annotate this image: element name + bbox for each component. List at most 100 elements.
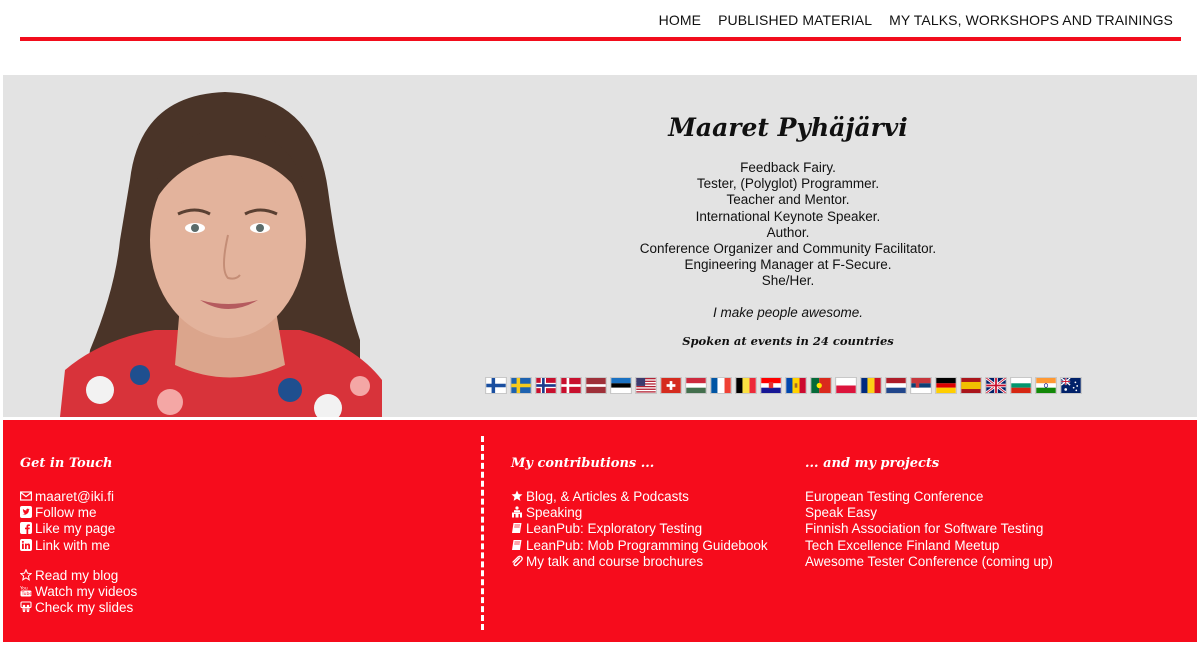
slideshare-icon <box>20 601 32 613</box>
project-link[interactable]: European Testing Conference <box>805 489 1053 505</box>
paperclip-icon <box>511 555 523 567</box>
contribution-label: LeanPub: Exploratory Testing <box>526 521 703 537</box>
tagline: International Keynote Speaker. <box>695 208 881 224</box>
countries-heading: Spoken at events in 24 countries <box>682 333 894 348</box>
star-outline-icon <box>20 568 32 581</box>
tagline: Engineering Manager at F-Secure. <box>684 257 892 273</box>
tagline-list: Feedback Fairy. Tester, (Polyglot) Progr… <box>418 160 1158 290</box>
hero-section: Maaret Pyhäjärvi Feedback Fairy. Tester,… <box>3 75 1197 417</box>
tagline: She/Her. <box>761 273 815 289</box>
tagline: Feedback Fairy. <box>740 160 836 175</box>
estonia-flag-icon <box>610 377 632 394</box>
project-link[interactable]: Speak Easy <box>805 505 1053 521</box>
nav-divider <box>20 37 1181 41</box>
project-link[interactable]: Finnish Association for Software Testing <box>805 521 1053 537</box>
sweden-flag-icon <box>510 377 532 394</box>
contact-links: maaret@iki.fi Follow me Like my page Lin… <box>20 489 137 616</box>
moldova-flag-icon <box>785 377 807 394</box>
email-link[interactable]: maaret@iki.fi <box>20 489 137 505</box>
spain-flag-icon <box>960 377 982 394</box>
twitter-link[interactable]: Follow me <box>20 505 137 521</box>
blog-link-label: Read my blog <box>35 567 119 583</box>
projects-column: ... and my projects European Testing Con… <box>805 456 1053 570</box>
youtube-link[interactable]: You Tube Watch my videos <box>20 584 137 600</box>
nav-menu: HOME PUBLISHED MATERIAL MY TALKS, WORKSH… <box>642 12 1173 28</box>
tagline: Author. <box>766 224 810 240</box>
get-in-touch-heading: Get in Touch <box>20 456 113 471</box>
portugal-flag-icon <box>810 377 832 394</box>
france-flag-icon <box>710 377 732 394</box>
footer-section: Get in Touch maaret@iki.fi Follow me Lik… <box>3 420 1197 642</box>
nav-published-material-link[interactable]: PUBLISHED MATERIAL <box>718 12 872 28</box>
project-link[interactable]: Tech Excellence Finland Meetup <box>805 538 1053 554</box>
footer-dashed-divider <box>481 436 484 630</box>
contribution-label: Speaking <box>526 505 583 521</box>
usa-flag-icon <box>635 377 657 394</box>
hungary-flag-icon <box>685 377 707 394</box>
top-navigation: HOME PUBLISHED MATERIAL MY TALKS, WORKSH… <box>0 0 1200 41</box>
blog-articles-podcasts-link[interactable]: Blog, & Articles & Podcasts <box>511 489 768 505</box>
motto: I make people awesome. <box>712 304 864 320</box>
contributions-links: Blog, & Articles & Podcasts Speaking Lea… <box>511 489 768 570</box>
germany-flag-icon <box>935 377 957 394</box>
linkedin-link[interactable]: Link with me <box>20 538 137 554</box>
profile-photo <box>60 90 382 417</box>
projects-heading: ... and my projects <box>805 456 940 471</box>
svg-text:Tube: Tube <box>21 591 32 597</box>
twitter-link-label: Follow me <box>35 505 97 521</box>
nav-talks-workshops-link[interactable]: MY TALKS, WORKSHOPS AND TRAININGS <box>889 12 1173 28</box>
linkedin-link-label: Link with me <box>35 537 111 553</box>
projects-links: European Testing Conference Speak Easy F… <box>805 489 1053 570</box>
denmark-flag-icon <box>560 377 582 394</box>
contribution-label: Blog, & Articles & Podcasts <box>526 489 689 504</box>
contribution-label: My talk and course brochures <box>526 553 704 569</box>
tagline: Tester, (Polyglot) Programmer. <box>696 176 880 192</box>
finland-flag-icon <box>485 377 507 394</box>
facebook-link[interactable]: Like my page <box>20 521 137 537</box>
envelope-icon <box>20 490 32 502</box>
netherlands-flag-icon <box>885 377 907 394</box>
speaking-link[interactable]: Speaking <box>511 505 768 521</box>
slideshare-link-label: Check my slides <box>35 600 134 616</box>
contributions-heading: My contributions ... <box>511 456 655 471</box>
twitter-icon <box>20 506 32 519</box>
tagline: Teacher and Mentor. <box>726 192 850 208</box>
facebook-link-label: Like my page <box>35 521 116 537</box>
project-link[interactable]: Awesome Tester Conference (coming up) <box>805 554 1053 570</box>
leanpub-mob-programming-link[interactable]: LeanPub: Mob Programming Guidebook <box>511 538 768 554</box>
slideshare-link[interactable]: Check my slides <box>20 600 137 616</box>
leanpub-exploratory-testing-link[interactable]: LeanPub: Exploratory Testing <box>511 521 768 537</box>
contributions-column: My contributions ... Blog, & Articles & … <box>511 456 768 570</box>
get-in-touch-column: Get in Touch maaret@iki.fi Follow me Lik… <box>20 456 137 616</box>
poland-flag-icon <box>835 377 857 394</box>
book-icon <box>511 522 523 534</box>
email-link-label: maaret@iki.fi <box>35 489 114 504</box>
bulgaria-flag-icon <box>1010 377 1032 394</box>
country-flags <box>485 377 1085 394</box>
switzerland-flag-icon <box>660 377 682 394</box>
brochures-link[interactable]: My talk and course brochures <box>511 554 768 570</box>
spacer <box>20 554 137 568</box>
blog-link[interactable]: Read my blog <box>20 568 137 584</box>
latvia-flag-icon <box>585 377 607 394</box>
profile-name: Maaret Pyhäjärvi <box>668 113 908 142</box>
india-flag-icon <box>1035 377 1057 394</box>
linkedin-icon <box>20 538 32 551</box>
nav-home-link[interactable]: HOME <box>659 12 701 28</box>
belgium-flag-icon <box>735 377 757 394</box>
youtube-icon: You Tube <box>20 585 32 598</box>
star-icon <box>511 490 523 502</box>
youtube-link-label: Watch my videos <box>35 584 138 600</box>
australia-flag-icon <box>1060 377 1082 394</box>
podium-icon <box>511 506 523 518</box>
facebook-icon <box>20 522 32 535</box>
hero-text: Maaret Pyhäjärvi Feedback Fairy. Tester,… <box>418 113 1158 348</box>
book-icon <box>511 539 523 551</box>
tagline: Conference Organizer and Community Facil… <box>639 241 937 257</box>
united-kingdom-flag-icon <box>985 377 1007 394</box>
norway-flag-icon <box>535 377 557 394</box>
serbia-flag-icon <box>910 377 932 394</box>
romania-flag-icon <box>860 377 882 394</box>
contribution-label: LeanPub: Mob Programming Guidebook <box>526 537 768 553</box>
croatia-flag-icon <box>760 377 782 394</box>
